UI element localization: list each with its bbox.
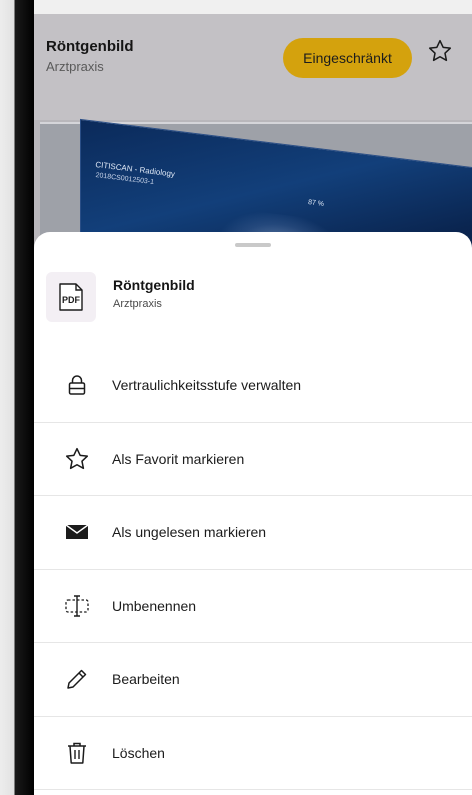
menu-item-label: Bearbeiten xyxy=(112,671,180,688)
menu-item-delete[interactable]: Löschen xyxy=(34,717,472,790)
document-title: Röntgenbild xyxy=(46,38,134,55)
sheet-document-title: Röntgenbild xyxy=(113,277,195,293)
action-sheet: PDF Röntgenbild Arztpraxis Vertraulichke… xyxy=(34,232,472,795)
device-bezel xyxy=(0,0,34,795)
screen: Röntgenbild Arztpraxis Eingeschränkt CIT… xyxy=(34,14,472,795)
document-subtitle: Arztpraxis xyxy=(46,59,104,74)
menu-item-rename[interactable]: Umbenennen xyxy=(34,570,472,643)
menu-item-label: Als ungelesen markieren xyxy=(112,524,267,541)
menu-item-mark-unread[interactable]: Als ungelesen markieren xyxy=(34,496,472,570)
menu-item-label: Vertraulichkeitsstufe verwalten xyxy=(112,377,302,394)
envelope-icon xyxy=(64,519,90,545)
menu-item-label: Umbenennen xyxy=(112,597,197,614)
menu-item-confidentiality[interactable]: Vertraulichkeitsstufe verwalten xyxy=(34,349,472,423)
menu-item-label: Als Favorit markieren xyxy=(112,450,245,467)
star-icon xyxy=(64,446,90,472)
device-frame: Röntgenbild Arztpraxis Eingeschränkt CIT… xyxy=(0,0,472,795)
confidentiality-badge[interactable]: Eingeschränkt xyxy=(283,38,412,78)
pencil-icon xyxy=(64,666,90,692)
menu-item-edit[interactable]: Bearbeiten xyxy=(34,643,472,717)
rename-icon xyxy=(64,593,90,619)
lock-icon xyxy=(64,372,90,398)
menu-item-favorite[interactable]: Als Favorit markieren xyxy=(34,423,472,496)
file-type-label: PDF xyxy=(62,295,80,305)
trash-icon xyxy=(64,740,90,766)
action-menu: Vertraulichkeitsstufe verwalten Als Favo… xyxy=(34,349,472,790)
star-outline-icon[interactable] xyxy=(427,38,453,64)
sheet-document-subtitle: Arztpraxis xyxy=(113,298,162,310)
pdf-file-icon: PDF xyxy=(46,272,96,322)
document-header: Röntgenbild Arztpraxis Eingeschränkt xyxy=(34,14,472,120)
menu-item-label: Löschen xyxy=(112,744,165,761)
status-area xyxy=(34,0,472,14)
sheet-drag-handle[interactable] xyxy=(235,243,271,247)
